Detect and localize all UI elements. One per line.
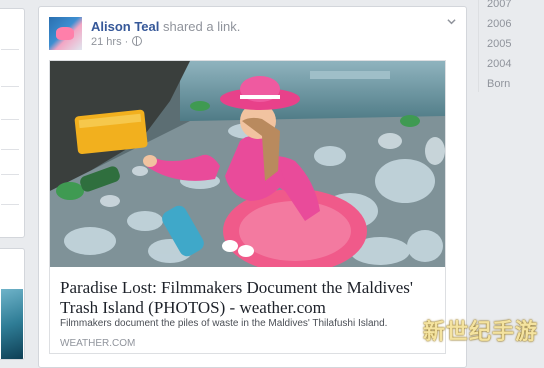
post-header: Alison Teal shared a link.: [91, 19, 240, 34]
year-link[interactable]: 2006: [478, 14, 544, 34]
link-photo[interactable]: [50, 61, 445, 267]
link-preview-card[interactable]: Paradise Lost: Filmmakers Document the M…: [49, 60, 446, 354]
left-photo-card: [0, 248, 25, 360]
shared-link[interactable]: link.: [217, 19, 240, 34]
left-sidebar-card: [0, 8, 25, 238]
globe-icon: [132, 36, 143, 46]
thumbnail-image[interactable]: [1, 289, 23, 359]
feed-post: Alison Teal shared a link. 21 hrs · Para…: [38, 6, 467, 368]
link-description: Filmmakers document the piles of waste i…: [60, 318, 388, 329]
timestamp[interactable]: 21 hrs: [91, 36, 122, 48]
link-title[interactable]: Paradise Lost: Filmmakers Document the M…: [60, 278, 435, 318]
watermark: 新世纪手游: [422, 320, 538, 345]
link-domain: WEATHER.COM: [60, 338, 136, 349]
year-link[interactable]: 2005: [478, 34, 544, 54]
chevron-down-icon[interactable]: [447, 17, 456, 26]
avatar[interactable]: [49, 17, 82, 50]
divider: [1, 86, 19, 87]
year-link[interactable]: Born: [478, 74, 544, 94]
post-meta: 21 hrs ·: [91, 36, 143, 48]
divider: [1, 119, 19, 120]
shared-text: shared a: [163, 19, 214, 34]
divider: [1, 174, 19, 175]
year-link[interactable]: 2007: [478, 0, 544, 14]
meta-separator: ·: [124, 36, 129, 48]
year-link[interactable]: 2004: [478, 54, 544, 74]
divider: [1, 49, 19, 50]
timeline-year-list: 2007 2006 2005 2004 Born: [478, 0, 544, 94]
divider: [1, 149, 19, 150]
divider: [1, 204, 19, 205]
author-name[interactable]: Alison Teal: [91, 19, 159, 34]
